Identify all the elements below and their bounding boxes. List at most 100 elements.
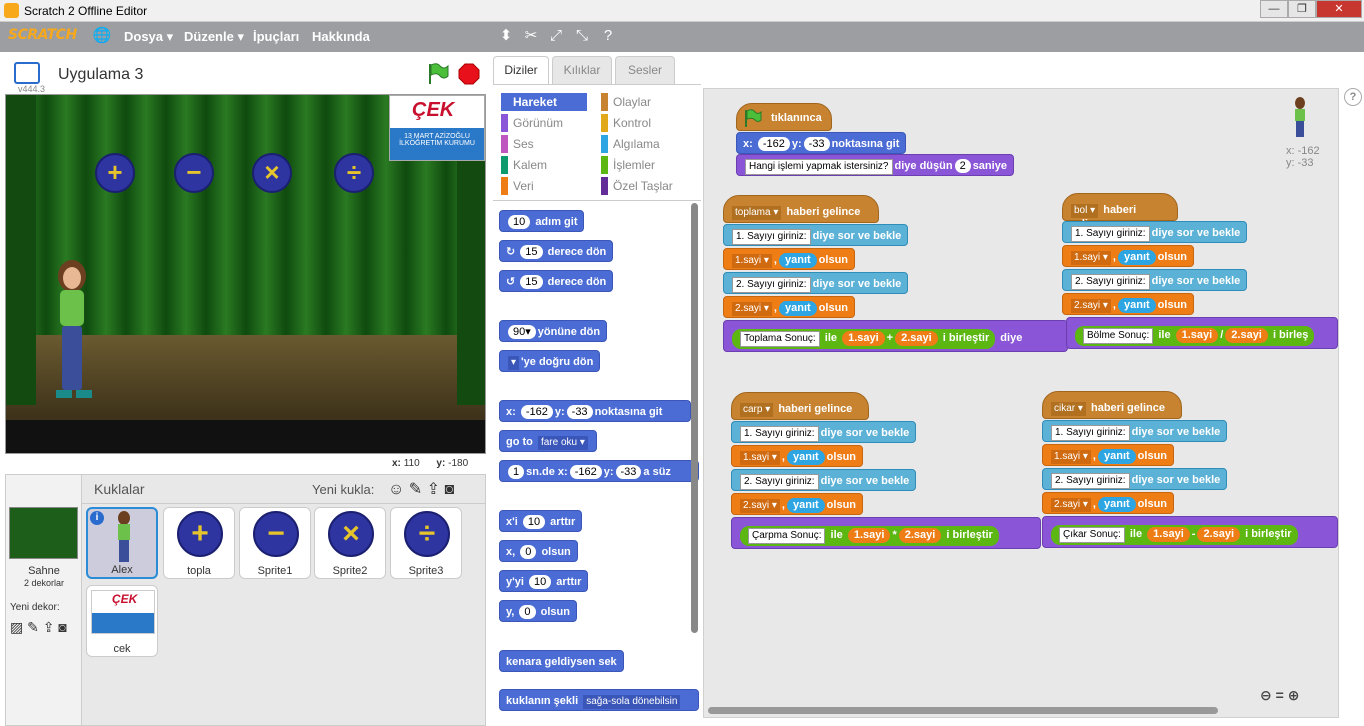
zoom-out-icon[interactable]: ⊖ xyxy=(1260,687,1272,703)
category-motion[interactable]: Hareket xyxy=(501,93,587,111)
scripts-area[interactable]: tıklanınca x: -162 y: -33 noktasına git Han… xyxy=(703,88,1339,718)
alex-thumb xyxy=(118,511,130,562)
new-backdrop-tools[interactable]: ▨ ✎ ⇪ ◙ xyxy=(10,619,67,636)
menu-edit[interactable]: Düzenle ▾ xyxy=(184,29,244,45)
sprite-cek[interactable]: ÇEK cek xyxy=(86,585,158,657)
fullscreen-icon[interactable] xyxy=(14,62,40,84)
category-more-blocks[interactable]: Özel Taşlar xyxy=(601,177,673,195)
menu-file[interactable]: Dosya ▾ xyxy=(124,29,173,45)
sprite-1[interactable]: − Sprite1 xyxy=(239,507,311,579)
block-rotation-style[interactable]: kuklanın şekli sağa-sola dönebilsin xyxy=(499,689,699,711)
when-flag-clicked-hat[interactable]: tıklanınca xyxy=(736,103,832,131)
toplama-set1[interactable]: 1.sayi ▾, yanıt olsun xyxy=(723,248,856,270)
zoom-reset-icon[interactable]: = xyxy=(1276,687,1284,703)
toplama-hat[interactable]: toplama ▾ haberi gelince xyxy=(723,195,879,223)
category-operators[interactable]: İşlemler xyxy=(601,156,655,174)
block-point-towards[interactable]: ▾'ye doğru dön xyxy=(499,350,601,372)
stage-canvas[interactable]: ÇEK 13 MART AZİZOĞLU İLKÖĞRETİM KURUMU +… xyxy=(5,94,486,454)
carp-set2[interactable]: 2.sayi ▾, yanıt olsun xyxy=(731,493,864,515)
minus-sprite[interactable]: − xyxy=(174,153,214,193)
stage-thumbnail[interactable] xyxy=(9,507,78,559)
carp-ask1[interactable]: 1. Sayıyı giriniz: diye sor ve bekle xyxy=(731,421,917,443)
toplama-ask2[interactable]: 2. Sayıyı giriniz: diye sor ve bekle xyxy=(723,272,909,294)
bol-hat[interactable]: bol ▾ haberi gelince xyxy=(1062,193,1178,230)
zoom-controls[interactable]: ⊖ = ⊕ xyxy=(1260,687,1299,704)
carp-hat[interactable]: carp ▾ haberi gelince xyxy=(731,392,869,420)
new-sprite-tools[interactable]: ☺ ✎ ⇪ ◙ xyxy=(388,479,454,499)
close-button[interactable]: ✕ xyxy=(1316,0,1362,18)
toplama-ask1[interactable]: 1. Sayıyı giriniz: diye sor ve bekle xyxy=(723,224,909,246)
cikar-ask2[interactable]: 2. Sayıyı giriniz: diye sor ve bekle xyxy=(1042,468,1228,490)
category-looks[interactable]: Görünüm xyxy=(501,114,563,132)
block-point-direction[interactable]: 90▾ yönüne dön xyxy=(499,320,608,342)
cikar-ask1[interactable]: 1. Sayıyı giriniz: diye sor ve bekle xyxy=(1042,420,1228,442)
bol-set1[interactable]: 1.sayi ▾, yanıt olsun xyxy=(1062,245,1195,267)
tab-sounds[interactable]: Sesler xyxy=(615,56,675,84)
category-sensing[interactable]: Algılama xyxy=(601,135,660,153)
toplama-say[interactable]: Toplama Sonuç: ile 1.sayi +2.sayi i birle… xyxy=(723,320,1068,352)
cek-logo-sprite[interactable]: ÇEK 13 MART AZİZOĞLU İLKÖĞRETİM KURUMU xyxy=(389,95,485,161)
bol-ask1[interactable]: 1. Sayıyı giriniz: diye sor ve bekle xyxy=(1062,221,1248,243)
block-change-x[interactable]: x'i 10 arttır xyxy=(499,510,583,532)
plus-sprite[interactable]: + xyxy=(95,153,135,193)
block-move[interactable]: 10 adım git xyxy=(499,210,585,232)
tab-costumes[interactable]: Kılıklar xyxy=(552,56,612,84)
bol-ask2[interactable]: 2. Sayıyı giriniz: diye sor ve bekle xyxy=(1062,269,1248,291)
category-control[interactable]: Kontrol xyxy=(601,114,651,132)
palette-scrollbar[interactable] xyxy=(691,203,698,633)
carp-say[interactable]: Çarpma Sonuç: ile 1.sayi * 2.sayi i birleş… xyxy=(731,517,1041,549)
bol-say[interactable]: Bölme Sonuç: ile 1.sayi/2.sayi i birleş xyxy=(1066,317,1338,349)
block-turn-right[interactable]: ↻ 15 derece dön xyxy=(499,240,614,262)
help-icon[interactable]: ? xyxy=(1344,88,1362,106)
duplicate-icon[interactable]: ⬍ xyxy=(496,26,516,46)
category-sound[interactable]: Ses xyxy=(501,135,534,153)
shrink-icon[interactable]: ⤡ xyxy=(572,26,592,46)
block-bounce[interactable]: kenara geldiysen sek xyxy=(499,650,624,672)
delete-icon[interactable]: ✂ xyxy=(521,26,541,46)
block-turn-left[interactable]: ↺ 15 derece dön xyxy=(499,270,614,292)
block-change-y[interactable]: y'yi 10 arttır xyxy=(499,570,589,592)
alex-sprite[interactable] xyxy=(46,260,106,408)
app-icon xyxy=(4,3,19,18)
scripts-hscrollbar[interactable] xyxy=(708,707,1218,714)
info-icon[interactable]: i xyxy=(90,511,104,525)
sprite-alex[interactable]: i Alex xyxy=(86,507,158,579)
green-flag-icon[interactable] xyxy=(426,62,450,86)
multiply-sprite[interactable]: × xyxy=(252,153,292,193)
cikar-set1[interactable]: 1.sayi ▾, yanıt olsun xyxy=(1042,444,1175,466)
bol-set2[interactable]: 2.sayi ▾, yanıt olsun xyxy=(1062,293,1195,315)
maximize-button[interactable]: ❐ xyxy=(1288,0,1316,18)
script-goto-xy[interactable]: x: -162 y: -33 noktasına git xyxy=(736,132,907,154)
globe-icon[interactable]: 🌐 xyxy=(92,26,112,46)
category-pen[interactable]: Kalem xyxy=(501,156,547,174)
sprite-2[interactable]: × Sprite2 xyxy=(314,507,386,579)
cikar-say[interactable]: Çıkar Sonuç: ile 1.sayi -2.sayi i birleşt… xyxy=(1042,516,1338,548)
cikar-set2[interactable]: 2.sayi ▾, yanıt olsun xyxy=(1042,492,1175,514)
sprite-topla[interactable]: + topla xyxy=(163,507,235,579)
block-glide[interactable]: 1 sn.de x: -162 y: -33 a süz xyxy=(499,460,699,482)
carp-set1[interactable]: 1.sayi ▾, yanıt olsun xyxy=(731,445,864,467)
category-data[interactable]: Veri xyxy=(501,177,534,195)
block-goto-xy[interactable]: x: -162 y: -33 noktasına git xyxy=(499,400,691,422)
project-title[interactable]: Uygulama 3 xyxy=(58,66,143,84)
grow-icon[interactable]: ⤢ xyxy=(546,26,566,46)
minimize-button[interactable]: — xyxy=(1260,0,1288,18)
multiply-thumb: × xyxy=(328,511,374,557)
tab-scripts[interactable]: Diziler xyxy=(493,56,549,84)
stop-icon[interactable] xyxy=(458,63,480,85)
block-set-y[interactable]: y, 0 olsun xyxy=(499,600,577,622)
block-goto[interactable]: go to fare oku ▾ xyxy=(499,430,597,452)
divide-sprite[interactable]: ÷ xyxy=(334,153,374,193)
menu-tips[interactable]: İpuçları xyxy=(253,29,299,44)
help-icon[interactable]: ? xyxy=(598,26,618,46)
script-think[interactable]: Hangi işlemi yapmak istersiniz? diye düşü… xyxy=(736,154,1014,176)
carp-ask2[interactable]: 2. Sayıyı giriniz: diye sor ve bekle xyxy=(731,469,917,491)
cikar-hat[interactable]: cikar ▾ haberi gelince xyxy=(1042,391,1182,419)
scratch-logo[interactable]: SCRATCH xyxy=(8,27,77,43)
sprite-3[interactable]: ÷ Sprite3 xyxy=(390,507,462,579)
toplama-set2[interactable]: 2.sayi ▾, yanıt olsun xyxy=(723,296,856,318)
category-events[interactable]: Olaylar xyxy=(601,93,651,111)
menu-about[interactable]: Hakkında xyxy=(312,29,370,44)
zoom-in-icon[interactable]: ⊕ xyxy=(1288,687,1300,703)
block-set-x[interactable]: x, 0 olsun xyxy=(499,540,578,562)
